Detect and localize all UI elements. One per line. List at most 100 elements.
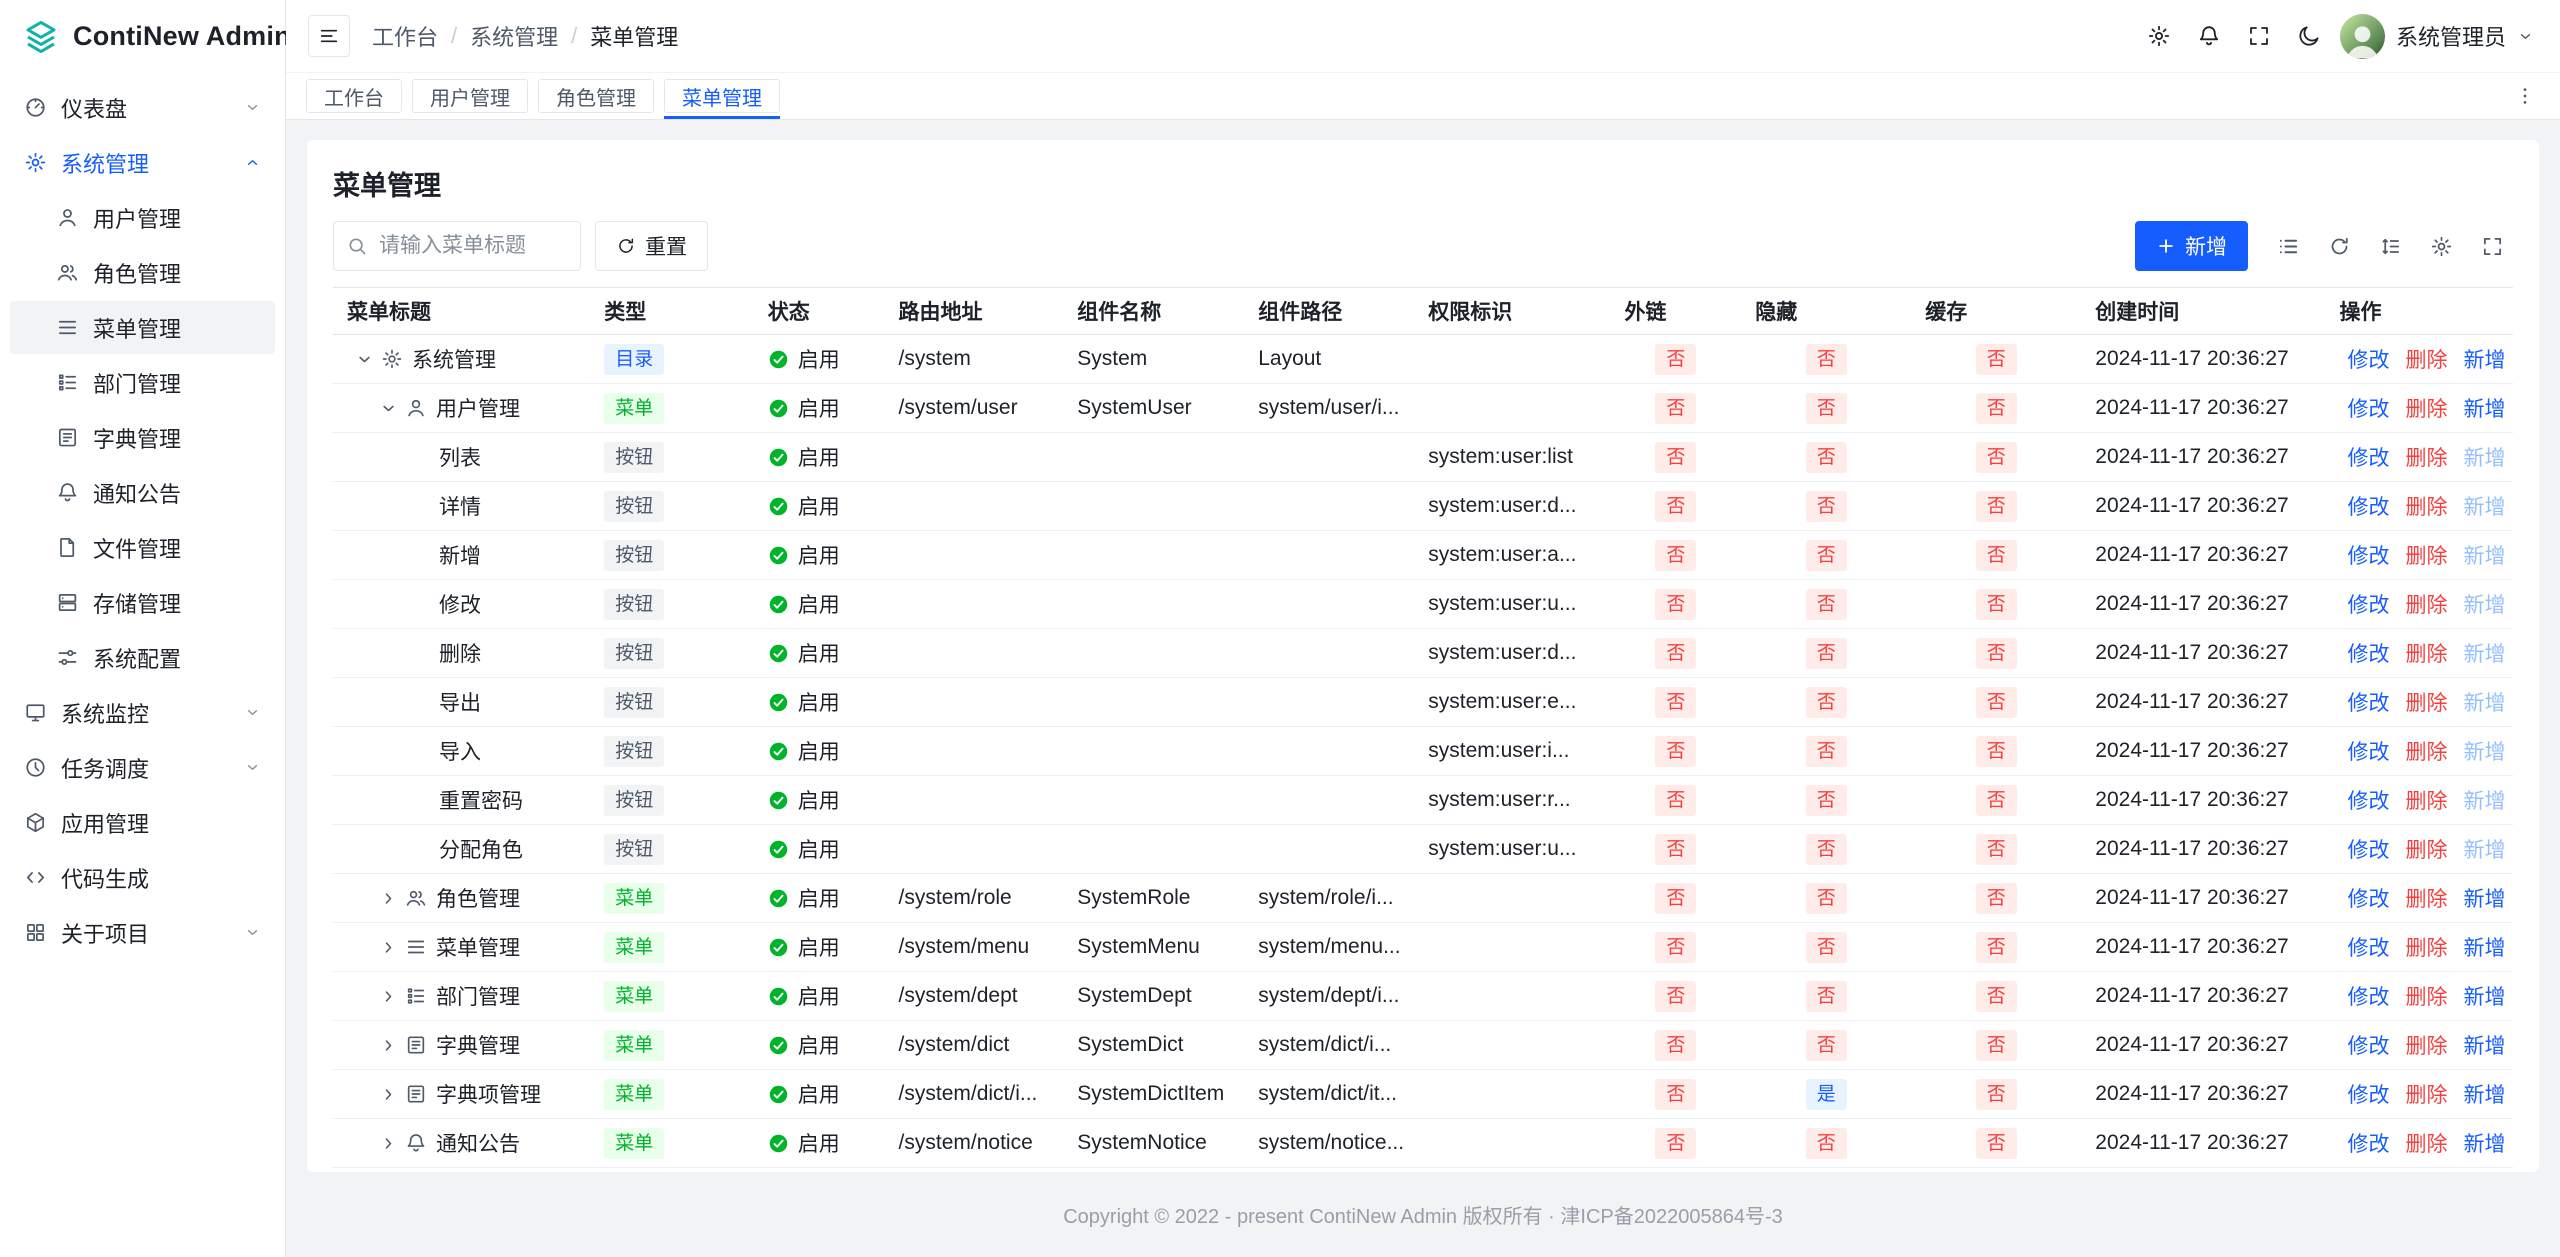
row-expand-toggle[interactable] — [379, 1085, 398, 1104]
modify-link[interactable]: 修改 — [2347, 839, 2389, 862]
modify-link[interactable]: 修改 — [2347, 1133, 2389, 1156]
cell-component-name — [1063, 482, 1244, 531]
modify-link[interactable]: 修改 — [2347, 398, 2389, 421]
bool-badge: 否 — [1806, 981, 1847, 1012]
row-expand-toggle[interactable] — [355, 350, 374, 369]
add-link[interactable]: 新增 — [2463, 349, 2505, 372]
modify-link[interactable]: 修改 — [2347, 545, 2389, 568]
delete-link[interactable]: 删除 — [2405, 349, 2447, 372]
delete-link[interactable]: 删除 — [2405, 447, 2447, 470]
row-expand-toggle[interactable] — [379, 399, 398, 418]
delete-link[interactable]: 删除 — [2405, 1035, 2447, 1058]
delete-link[interactable]: 删除 — [2405, 741, 2447, 764]
delete-link[interactable]: 删除 — [2405, 1084, 2447, 1107]
cell-title: 新增 — [333, 531, 590, 580]
delete-link[interactable]: 删除 — [2405, 986, 2447, 1009]
breadcrumb-item[interactable]: 系统管理 — [470, 20, 558, 52]
add-link[interactable]: 新增 — [2463, 888, 2505, 911]
sidebar-item-storage[interactable]: 存储管理 — [10, 576, 275, 629]
sidebar-item-codegen[interactable]: 代码生成 — [10, 851, 275, 904]
sidebar-item-dashboard[interactable]: 仪表盘 — [10, 81, 275, 134]
column-settings-button[interactable] — [2421, 226, 2462, 267]
notification-button[interactable] — [2188, 15, 2230, 57]
settings-button[interactable] — [2138, 15, 2180, 57]
add-button[interactable]: 新增 — [2135, 221, 2248, 271]
delete-link[interactable]: 删除 — [2405, 839, 2447, 862]
row-expand-toggle[interactable] — [379, 1036, 398, 1055]
cell-title: 部门管理 — [333, 972, 590, 1021]
sidebar-item-user[interactable]: 用户管理 — [10, 191, 275, 244]
sidebar-item-app[interactable]: 应用管理 — [10, 796, 275, 849]
bell-icon — [2197, 24, 2221, 48]
add-link[interactable]: 新增 — [2463, 398, 2505, 421]
tab-menu[interactable]: 菜单管理 — [664, 79, 780, 113]
modify-link[interactable]: 修改 — [2347, 937, 2389, 960]
tabs-more-button[interactable] — [2506, 77, 2544, 115]
sidebar-item-notice[interactable]: 通知公告 — [10, 466, 275, 519]
delete-link[interactable]: 删除 — [2405, 496, 2447, 519]
sidebar-item-config[interactable]: 系统配置 — [10, 631, 275, 684]
add-link[interactable]: 新增 — [2463, 937, 2505, 960]
tab-role[interactable]: 角色管理 — [538, 79, 654, 113]
sidebar-item-dict[interactable]: 字典管理 — [10, 411, 275, 464]
sidebar-item-file[interactable]: 文件管理 — [10, 521, 275, 574]
modify-link[interactable]: 修改 — [2347, 1084, 2389, 1107]
row-expand-toggle[interactable] — [379, 1134, 398, 1153]
delete-link[interactable]: 删除 — [2405, 692, 2447, 715]
collapse-sidebar-button[interactable] — [308, 15, 350, 57]
add-link[interactable]: 新增 — [2463, 986, 2505, 1009]
menu-title: 部门管理 — [436, 981, 520, 1011]
delete-link[interactable]: 删除 — [2405, 790, 2447, 813]
add-link[interactable]: 新增 — [2463, 1084, 2505, 1107]
delete-link[interactable]: 删除 — [2405, 643, 2447, 666]
modify-link[interactable]: 修改 — [2347, 349, 2389, 372]
breadcrumb-item[interactable]: 工作台 — [372, 20, 438, 52]
modify-link[interactable]: 修改 — [2347, 643, 2389, 666]
add-link[interactable]: 新增 — [2463, 1133, 2505, 1156]
delete-link[interactable]: 删除 — [2405, 398, 2447, 421]
breadcrumb-separator: / — [451, 23, 457, 49]
breadcrumb-item[interactable]: 菜单管理 — [590, 20, 678, 52]
fullscreen-button[interactable] — [2238, 15, 2280, 57]
stripe-toggle-button[interactable] — [2268, 226, 2309, 267]
modify-link[interactable]: 修改 — [2347, 741, 2389, 764]
sidebar-item-menu[interactable]: 菜单管理 — [10, 301, 275, 354]
modify-link[interactable]: 修改 — [2347, 447, 2389, 470]
row-expand-toggle[interactable] — [379, 889, 398, 908]
search-input[interactable] — [333, 221, 581, 271]
user-menu[interactable]: 系统管理员 — [2340, 14, 2534, 59]
sidebar-item-about[interactable]: 关于项目 — [10, 906, 275, 959]
check-circle-icon — [768, 349, 789, 370]
table-fullscreen-button[interactable] — [2472, 226, 2513, 267]
sidebar-item-role[interactable]: 角色管理 — [10, 246, 275, 299]
reset-button[interactable]: 重置 — [595, 221, 708, 271]
sidebar-item-system[interactable]: 系统管理 — [10, 136, 275, 189]
delete-link[interactable]: 删除 — [2405, 1133, 2447, 1156]
modify-link[interactable]: 修改 — [2347, 790, 2389, 813]
row-expand-toggle[interactable] — [379, 938, 398, 957]
modify-link[interactable]: 修改 — [2347, 594, 2389, 617]
reset-label: 重置 — [645, 231, 687, 261]
delete-link[interactable]: 删除 — [2405, 937, 2447, 960]
delete-link[interactable]: 删除 — [2405, 888, 2447, 911]
row-density-button[interactable] — [2370, 226, 2411, 267]
modify-link[interactable]: 修改 — [2347, 986, 2389, 1009]
sidebar-item-schedule[interactable]: 任务调度 — [10, 741, 275, 794]
delete-link[interactable]: 删除 — [2405, 545, 2447, 568]
sidebar-item-monitor[interactable]: 系统监控 — [10, 686, 275, 739]
sidebar-item-dept[interactable]: 部门管理 — [10, 356, 275, 409]
column-header: 路由地址 — [885, 288, 1064, 335]
cell-route: /system/notice — [885, 1119, 1064, 1168]
tab-user[interactable]: 用户管理 — [412, 79, 528, 113]
menu-title: 角色管理 — [436, 883, 520, 913]
delete-link[interactable]: 删除 — [2405, 594, 2447, 617]
table-refresh-button[interactable] — [2319, 226, 2360, 267]
modify-link[interactable]: 修改 — [2347, 496, 2389, 519]
modify-link[interactable]: 修改 — [2347, 692, 2389, 715]
tab-workbench[interactable]: 工作台 — [306, 79, 402, 113]
row-expand-toggle[interactable] — [379, 987, 398, 1006]
add-link[interactable]: 新增 — [2463, 1035, 2505, 1058]
dark-mode-button[interactable] — [2288, 15, 2330, 57]
modify-link[interactable]: 修改 — [2347, 1035, 2389, 1058]
modify-link[interactable]: 修改 — [2347, 888, 2389, 911]
